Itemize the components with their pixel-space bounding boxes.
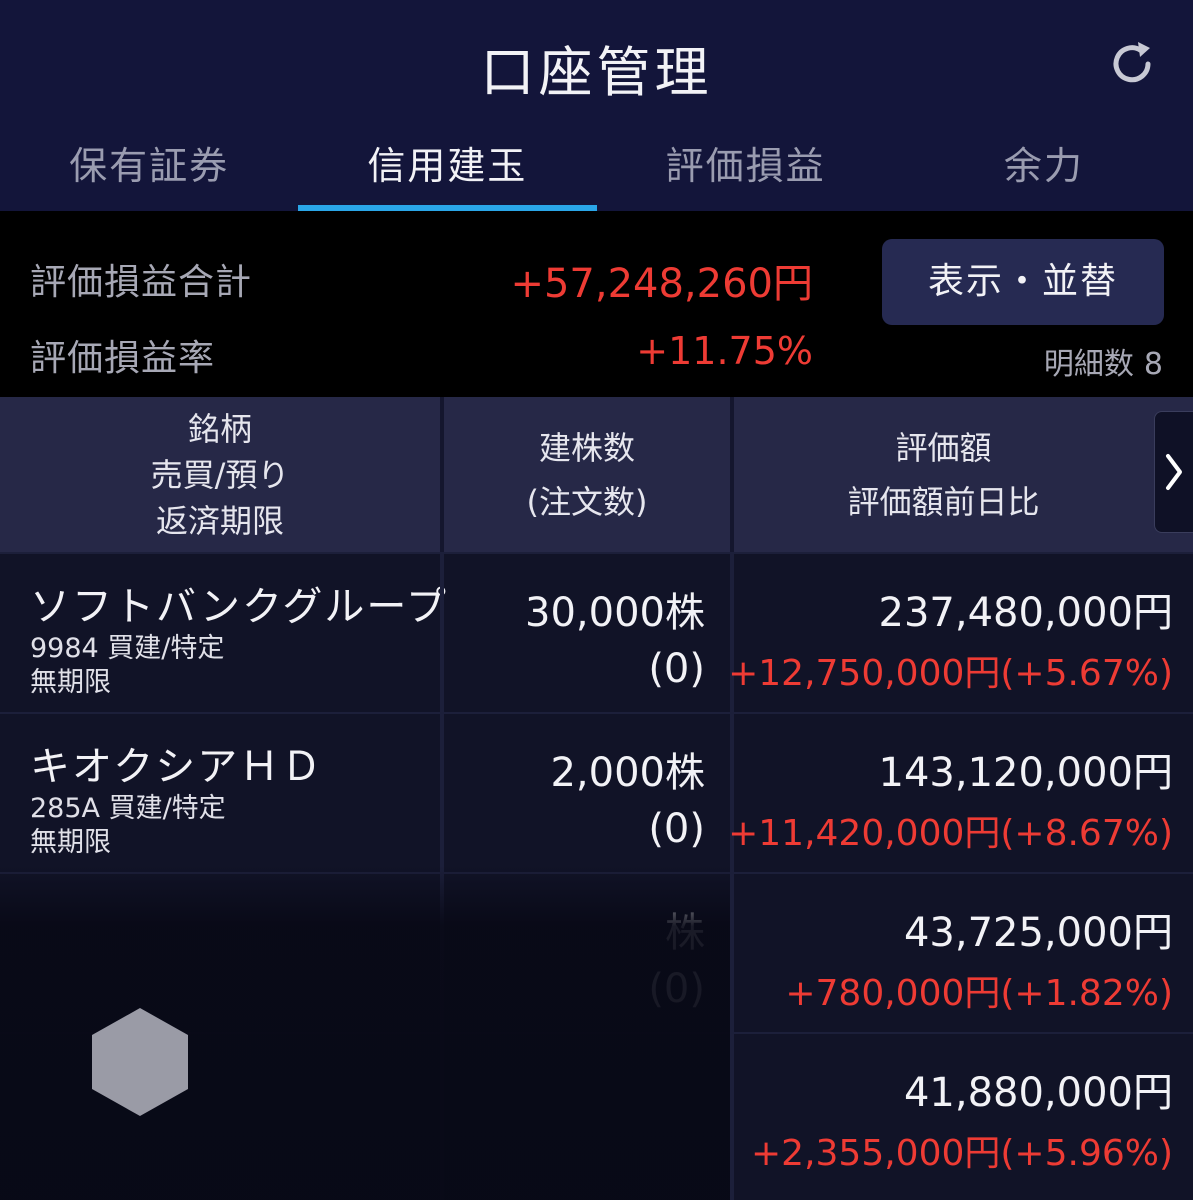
column-divider [440,554,444,712]
valuation-change: +2,355,000円(+5.96%) [751,1133,1173,1174]
tab-margin-positions[interactable]: 信用建玉 [298,125,597,211]
valuation-amount: 43,725,000円 [903,910,1173,956]
detail-count: 明細数 8 [1044,339,1163,383]
repayment-deadline: 無期限 [30,667,111,698]
refresh-button[interactable] [1104,36,1160,92]
tab-buying-power[interactable]: 余力 [895,125,1193,211]
column-valuation-line1: 評価額 [895,428,992,467]
hexagon-shape [92,1008,188,1116]
valuation-change: +780,000円(+1.82%) [785,973,1173,1014]
page-title: 口座管理 [480,41,713,104]
column-divider [440,714,444,872]
column-issue-line2: 売買/預り [150,455,290,494]
column-divider [730,1034,734,1200]
summary-panel: 評価損益合計 +57,248,260円 評価損益率 +11.75% 表示・並替 … [0,211,1193,397]
detail-count-value: 8 [1143,347,1163,382]
valuation-amount: 143,120,000円 [878,750,1173,796]
tab-holdings[interactable]: 保有証券 [0,125,298,211]
issue-name: キオクシアＨＤ [30,744,324,790]
position-row[interactable]: ソフトバンクグループ 9984 買建/特定 無期限 30,000株 (0) 23… [0,552,1193,712]
order-quantity: (0) [648,966,705,1012]
pl-rate-value: +11.75% [636,329,813,373]
column-valuation[interactable]: 評価額 評価額前日比 [734,397,1193,552]
refresh-icon [1113,42,1151,83]
column-divider [730,874,734,1032]
pl-rate-label: 評価損益率 [30,338,216,379]
column-quantity[interactable]: 建株数 (注文数) [444,397,730,552]
column-header: 銘柄 売買/預り 返済期限 建株数 (注文数) 評価額 評価額前日比 [0,397,1193,552]
display-sort-button[interactable]: 表示・並替 [882,239,1164,325]
valuation-change: +11,420,000円(+8.67%) [728,813,1173,854]
position-quantity: 2,000株 [550,750,705,796]
column-issue-line3: 返済期限 [155,501,284,540]
order-quantity: (0) [648,646,705,692]
next-columns-button[interactable] [1154,411,1193,533]
repayment-deadline: 無期限 [30,827,111,858]
total-pl-label: 評価損益合計 [30,262,253,303]
tab-valuation-pl[interactable]: 評価損益 [597,125,895,211]
valuation-amount: 41,880,000円 [903,1070,1173,1116]
column-issue-line1: 銘柄 [187,409,252,448]
position-row[interactable]: キオクシアＨＤ 285A 買建/特定 無期限 2,000株 (0) 143,12… [0,712,1193,872]
valuation-change: +12,750,000円(+5.67%) [728,653,1173,694]
issue-name: ソフトバンクグループ [30,584,448,630]
position-list: ソフトバンクグループ 9984 買建/特定 無期限 30,000株 (0) 23… [0,552,1193,1200]
position-quantity: 株 [665,910,705,956]
valuation-amount: 237,480,000円 [878,590,1173,636]
column-quantity-line1: 建株数 [538,428,635,467]
order-quantity: (0) [648,806,705,852]
column-divider [440,874,444,1032]
tab-bar: 保有証券 信用建玉 評価損益 余力 [0,125,1193,211]
total-pl-value: +57,248,260円 [510,261,813,307]
position-quantity: 30,000株 [525,590,705,636]
app-header: 口座管理 [0,0,1193,125]
column-divider [440,1034,444,1200]
column-quantity-line2: (注文数) [526,482,648,521]
column-valuation-line2: 評価額前日比 [847,482,1040,521]
column-issue[interactable]: 銘柄 売買/預り 返済期限 [0,397,440,552]
detail-count-label: 明細数 [1043,347,1134,382]
chevron-right-icon [1166,454,1182,490]
